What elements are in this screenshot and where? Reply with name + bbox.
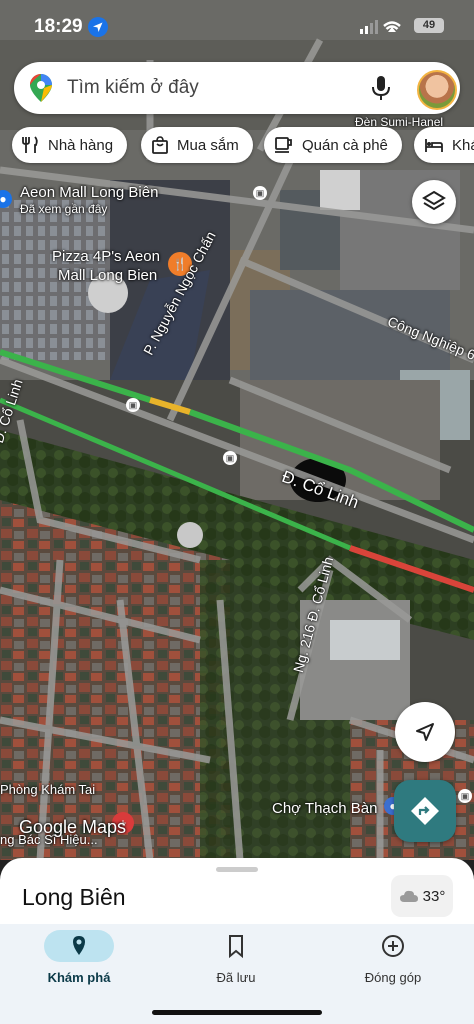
bus-stop-icon[interactable]: ▣	[126, 398, 140, 412]
nav-saved[interactable]: Đã lưu	[166, 930, 306, 985]
map-label-pizza-line1[interactable]: Pizza 4P's Aeon	[52, 248, 160, 265]
bookmark-icon	[229, 935, 243, 959]
navigation-arrow-icon	[416, 723, 434, 741]
fork-knife-icon	[22, 136, 38, 153]
signal-wifi-icon	[360, 20, 401, 34]
bed-icon	[425, 139, 443, 152]
nav-contribute[interactable]: Đóng góp	[323, 930, 463, 985]
plus-circle-icon	[382, 935, 404, 957]
search-input[interactable]: Tìm kiếm ở đây	[67, 77, 199, 99]
nav-explore[interactable]: Khám phá	[9, 930, 149, 985]
google-maps-logo: Google Maps	[19, 817, 127, 837]
layers-icon	[422, 190, 446, 211]
weather-temperature: 33°	[422, 887, 446, 905]
nav-explore-label: Khám phá	[47, 970, 111, 985]
map-label-aeon-mall[interactable]: Aeon Mall Long Biên	[20, 184, 158, 201]
bus-stop-icon[interactable]: ▣	[223, 451, 237, 465]
chip-restaurants[interactable]: Nhà hàng	[12, 127, 128, 163]
chip-label: Khá	[452, 136, 474, 154]
bus-stop-icon[interactable]: ▣	[253, 186, 267, 200]
weather-chip[interactable]: 33°	[391, 875, 453, 917]
google-maps-pin-icon	[30, 74, 52, 102]
chip-label: Nhà hàng	[48, 136, 114, 154]
account-avatar[interactable]	[417, 70, 457, 110]
map-label-pizza-line2[interactable]: Mall Long Bien	[58, 267, 157, 284]
chip-label: Quán cà phê	[302, 136, 388, 154]
pin-icon	[73, 936, 85, 955]
directions-button[interactable]	[394, 780, 456, 842]
bottom-navigation: Khám phá Đã lưu Đóng góp	[0, 924, 474, 1024]
home-indicator[interactable]	[152, 1010, 322, 1015]
chip-shopping[interactable]: Mua sắm	[141, 127, 253, 163]
shopping-bag-icon	[152, 136, 168, 154]
chip-coffee[interactable]: Quán cà phê	[264, 127, 402, 163]
nav-contribute-label: Đóng góp	[364, 970, 422, 985]
bus-stop-icon[interactable]: ▣	[458, 789, 472, 803]
map-label-cho-thach-ban[interactable]: Chợ Thạch Bàn	[272, 800, 377, 817]
chip-hotels[interactable]: Khá	[414, 127, 474, 163]
coffee-cup-icon	[275, 137, 292, 153]
layers-button[interactable]	[412, 180, 456, 224]
search-bar[interactable]: Tìm kiếm ở đây	[14, 62, 460, 114]
status-time: 18:29	[34, 16, 83, 37]
status-bar: 18:29 49	[0, 0, 474, 54]
map-label-clinic-line1: Phòng Khám Tai	[0, 782, 96, 797]
chip-label: Mua sắm	[177, 136, 239, 154]
directions-icon	[411, 797, 439, 825]
sheet-drag-handle[interactable]	[216, 867, 258, 872]
map-label-aeon-recent: Đã xem gần đây	[20, 202, 108, 216]
microphone-icon[interactable]	[370, 75, 392, 101]
cloud-icon	[399, 890, 418, 902]
place-title: Long Biên	[22, 884, 126, 910]
location-arrow-icon	[88, 17, 108, 37]
battery-indicator: 49	[414, 18, 444, 33]
nav-saved-label: Đã lưu	[216, 970, 256, 985]
my-location-button[interactable]	[395, 702, 455, 762]
